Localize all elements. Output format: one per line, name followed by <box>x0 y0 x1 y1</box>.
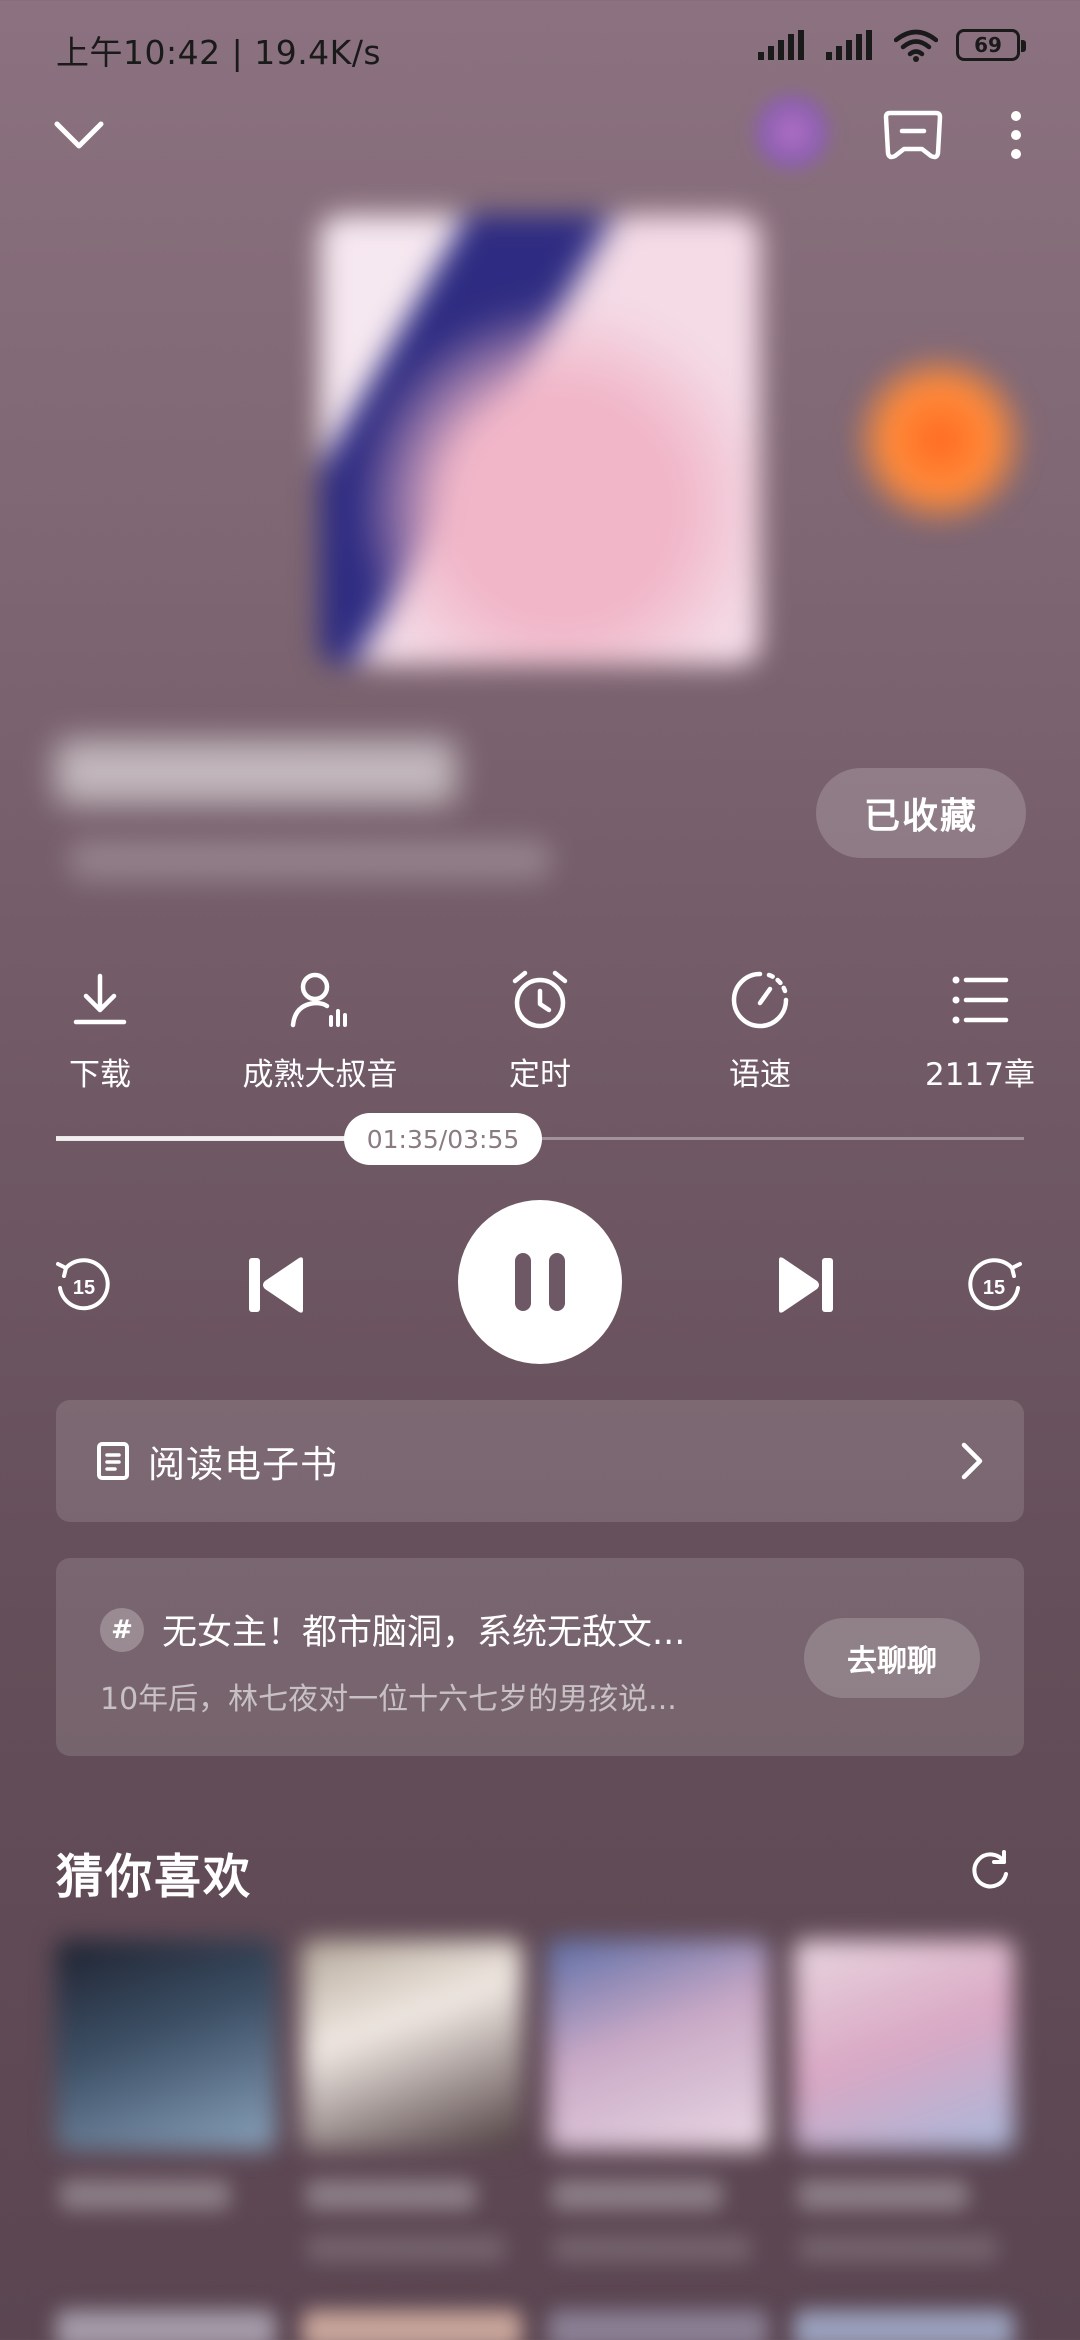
alarm-icon <box>512 970 568 1029</box>
refresh-icon <box>972 1850 1008 1889</box>
go-chat-button[interactable]: 去聊聊 <box>804 1618 980 1698</box>
skip-next-icon <box>779 1257 833 1313</box>
chevron-right-icon <box>961 1442 983 1480</box>
track-title <box>56 740 456 804</box>
speed-icon <box>731 971 789 1029</box>
ebook-icon <box>97 1442 129 1480</box>
more-button[interactable] <box>986 100 1046 170</box>
previous-button[interactable] <box>240 1248 312 1322</box>
pause-icon <box>515 1253 565 1311</box>
pause-button[interactable] <box>458 1200 622 1364</box>
speed-label: 语速 <box>729 1057 791 1093</box>
wifi-icon <box>894 29 938 62</box>
rewind-seconds: 15 <box>73 1277 95 1299</box>
recommend-title: 猜你喜欢 <box>56 1850 252 1905</box>
album-cover <box>320 215 760 665</box>
chapter-list-icon <box>952 976 1009 1024</box>
status-time-speed: 上午10:42 | 19.4K/s <box>56 33 382 72</box>
rewind-15-button[interactable]: 15 <box>48 1250 118 1320</box>
chapters-action[interactable]: 2117章 <box>880 965 1080 1094</box>
collapse-button[interactable] <box>44 100 114 170</box>
forward-15-icon: 15 <box>968 1258 1022 1311</box>
gamepad-icon <box>883 110 943 160</box>
recommend-item-subtitle <box>798 2235 998 2263</box>
progress-thumb-time[interactable]: 01:35/03:55 <box>344 1113 542 1165</box>
read-ebook-label: 阅读电子书 <box>148 1443 338 1486</box>
download-label: 下载 <box>69 1057 131 1093</box>
recommend-item-subtitle <box>306 2235 506 2263</box>
recommend-next-row <box>548 2310 768 2340</box>
game-button[interactable] <box>878 100 948 170</box>
download-action[interactable]: 下载 <box>0 965 200 1094</box>
recommend-next-row <box>794 2310 1014 2340</box>
speed-action[interactable]: 语速 <box>660 965 860 1094</box>
recommend-item-cover[interactable] <box>548 1940 768 2150</box>
voice-icon <box>290 972 347 1028</box>
timer-action[interactable]: 定时 <box>440 965 640 1094</box>
recommend-item-cover[interactable] <box>302 1940 522 2150</box>
collected-button[interactable]: 已收藏 <box>816 768 1026 858</box>
recommend-item-subtitle <box>552 2235 752 2263</box>
recommend-item-title <box>306 2180 476 2210</box>
recommend-next-row <box>302 2310 522 2340</box>
hashtag-icon: # <box>100 1607 144 1652</box>
topic-description: 10年后，林七夜对一位十六七岁的男孩说... <box>100 1682 677 1717</box>
floating-orb[interactable] <box>850 350 1030 530</box>
recommend-item-title <box>552 2180 722 2210</box>
topic-title: 无女主！都市脑洞，系统无敌文... <box>162 1613 686 1653</box>
recommend-item-title <box>798 2180 968 2210</box>
recommend-item-cover[interactable] <box>794 1940 1014 2150</box>
voice-action[interactable]: 成熟大叔音 <box>220 965 420 1094</box>
signal-icon <box>758 30 804 60</box>
battery-indicator: 69 <box>956 29 1026 61</box>
rewind-15-icon: 15 <box>56 1258 110 1311</box>
recommend-next-row <box>56 2310 276 2340</box>
host-avatar[interactable] <box>752 92 832 172</box>
forward-seconds: 15 <box>983 1277 1005 1299</box>
signal-icon-2 <box>826 30 872 60</box>
skip-previous-icon <box>249 1257 303 1313</box>
forward-15-button[interactable]: 15 <box>960 1250 1030 1320</box>
recommend-item-title <box>60 2180 230 2210</box>
voice-label: 成熟大叔音 <box>242 1057 398 1093</box>
chapters-label: 2117章 <box>925 1057 1035 1093</box>
read-ebook-card[interactable]: 阅读电子书 <box>56 1400 1024 1522</box>
track-subtitle <box>70 840 550 880</box>
refresh-button[interactable] <box>960 1840 1020 1900</box>
recommend-item-cover[interactable] <box>56 1940 276 2150</box>
chevron-down-icon <box>54 121 104 149</box>
status-icons: 69 <box>758 28 1026 62</box>
next-button[interactable] <box>770 1248 842 1322</box>
download-icon <box>73 973 127 1025</box>
topic-chat-card[interactable]: # 无女主！都市脑洞，系统无敌文... 10年后，林七夜对一位十六七岁的男孩说.… <box>56 1558 1024 1756</box>
more-vertical-icon <box>1011 111 1021 159</box>
timer-label: 定时 <box>509 1057 571 1093</box>
